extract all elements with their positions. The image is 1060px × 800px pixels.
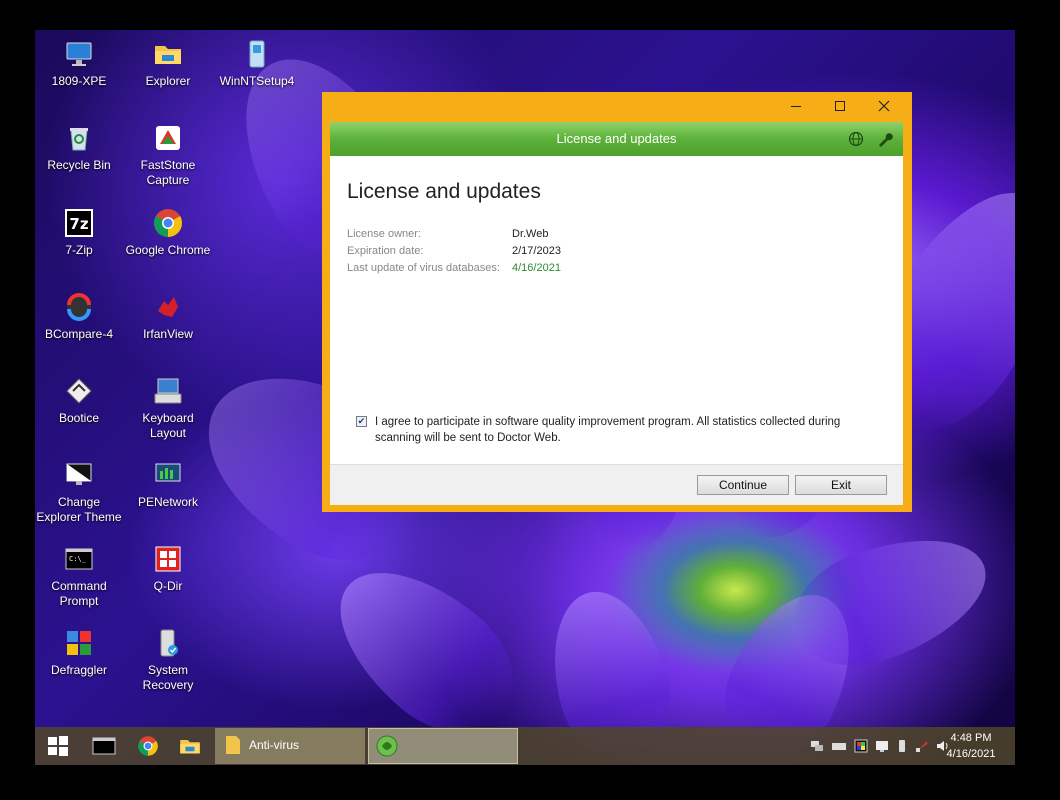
minimize-icon: [791, 106, 801, 107]
maximize-button[interactable]: [818, 92, 862, 120]
desktop-icon-1809-xpe[interactable]: 1809-XPE: [35, 38, 123, 89]
close-icon: [878, 100, 890, 112]
desktop-icon-recycle-bin[interactable]: Recycle Bin: [35, 122, 123, 173]
desktop-icon-label: Google Chrome: [125, 243, 211, 257]
monitor-icon: [66, 42, 92, 66]
folder-icon: [226, 736, 240, 754]
continue-button[interactable]: Continue: [697, 475, 789, 495]
desktop-icon-faststone-capture[interactable]: FastStone Capture: [124, 122, 212, 188]
keyboard-tray-icon[interactable]: [832, 739, 846, 753]
taskbar-app-label: Anti-virus: [249, 738, 300, 752]
setup-icon: [249, 40, 265, 68]
desktop-icon-irfanview[interactable]: IrfanView: [124, 291, 212, 342]
taskbar: Anti-virus 4:48 PM 4/16/2021: [35, 727, 1015, 765]
last-update-label: Last update of virus databases:: [347, 262, 500, 274]
app-body: License and updates License owner: Dr.We…: [330, 156, 903, 505]
globe-icon[interactable]: [848, 131, 864, 147]
license-window: License and updates License and updates …: [322, 92, 912, 512]
desktop-icon-q-dir[interactable]: Q-Dir: [124, 543, 212, 594]
drweb-icon: [376, 735, 398, 757]
network-icon: [155, 463, 181, 482]
desktop-icon-google-chrome[interactable]: Google Chrome: [124, 207, 212, 258]
cmd-icon[interactable]: [92, 734, 116, 758]
taskbar-clock[interactable]: 4:48 PM 4/16/2021: [941, 730, 1001, 762]
monitor-tray-icon[interactable]: [875, 739, 889, 753]
svg-text:C:\_: C:\_: [69, 555, 87, 563]
desktop-icon-explorer[interactable]: Explorer: [124, 38, 212, 89]
qdir-icon: [155, 546, 181, 572]
keyboard-icon: [154, 378, 182, 404]
7zip-icon: 7z: [65, 209, 93, 237]
desktop-icon-change-explorer-theme[interactable]: Change Explorer Theme: [35, 459, 123, 525]
desktop-icon-label: Change Explorer Theme: [36, 495, 122, 524]
desktop-icon-label: Bootice: [58, 411, 100, 425]
desktop-icon-label: PENetwork: [137, 495, 199, 509]
theme-icon: [66, 463, 92, 485]
desktop-icon-bcompare-4[interactable]: BCompare-4: [35, 291, 123, 342]
agree-checkbox[interactable]: ✔: [356, 416, 367, 427]
folder-icon[interactable]: [178, 734, 202, 758]
cmd-icon: C:\_: [65, 548, 93, 570]
chrome-icon: [154, 209, 182, 237]
desktop-icon-label: BCompare-4: [44, 327, 114, 341]
desktop-icon-bootice[interactable]: Bootice: [35, 375, 123, 426]
desktop-icon-label: 1809-XPE: [51, 74, 107, 88]
maximize-icon: [835, 101, 845, 111]
usb-tray-icon[interactable]: [895, 739, 909, 753]
desktop-icon-penetwork[interactable]: PENetwork: [124, 459, 212, 510]
desktop-icon-system-recovery[interactable]: System Recovery: [124, 627, 212, 693]
desktop-icon-label: IrfanView: [143, 327, 193, 341]
faststone-icon: [156, 126, 180, 150]
svg-text:7z: 7z: [69, 215, 88, 233]
color-tray-icon[interactable]: [854, 739, 868, 753]
expiration-date-value: 2/17/2023: [512, 245, 561, 257]
clock-date: 4/16/2021: [946, 748, 996, 760]
desktop-icon-label: Explorer: [145, 74, 191, 88]
desktop-icon-keyboard-layout[interactable]: Keyboard Layout: [124, 375, 212, 441]
desktop-icon-command-prompt[interactable]: C:\_ Command Prompt: [35, 543, 123, 609]
chrome-icon[interactable]: [136, 734, 160, 758]
desktop-icon-label: System Recovery: [142, 663, 194, 692]
expiration-date-label: Expiration date:: [347, 245, 424, 257]
app-header: License and updates: [330, 122, 903, 156]
desktop-icon-label: Command Prompt: [51, 579, 107, 608]
clock-time: 4:48 PM: [950, 732, 992, 744]
dialog-footer: Continue Exit: [330, 464, 903, 505]
defraggler-icon: [67, 631, 91, 655]
network-tray-icon[interactable]: [810, 739, 824, 753]
windows-start-icon[interactable]: [46, 734, 70, 758]
bcompare-icon: [67, 293, 91, 321]
recycle-bin-icon: [70, 128, 88, 151]
recovery-icon: [160, 629, 178, 657]
desktop-icon-label: Q-Dir: [153, 579, 183, 593]
taskbar-app-drweb[interactable]: [368, 728, 518, 764]
desktop-icon-label: FastStone Capture: [140, 158, 196, 187]
last-update-value[interactable]: 4/16/2021: [512, 262, 561, 274]
desktop-icon-label: Defraggler: [50, 663, 108, 677]
minimize-button[interactable]: [774, 92, 818, 120]
desktop-icon-defraggler[interactable]: Defraggler: [35, 627, 123, 678]
exit-button[interactable]: Exit: [795, 475, 887, 495]
wrench-icon[interactable]: [877, 131, 893, 147]
desktop-icon-winntsetup4[interactable]: WinNTSetup4: [213, 38, 301, 89]
irfanview-icon: [158, 297, 178, 317]
tool-tray-icon[interactable]: [915, 739, 929, 753]
close-button[interactable]: [862, 92, 906, 120]
window-title: License and updates: [556, 131, 677, 146]
license-owner-value: Dr.Web: [512, 228, 549, 240]
agree-text: I agree to participate in software quali…: [375, 416, 841, 444]
desktop-icon-label: 7-Zip: [65, 243, 93, 257]
folder-icon: [155, 46, 181, 64]
desktop-icon-label: WinNTSetup4: [219, 74, 295, 88]
license-owner-label: License owner:: [347, 228, 421, 240]
desktop-icon-7-zip[interactable]: 7z 7-Zip: [35, 207, 123, 258]
taskbar-app-anti-virus[interactable]: Anti-virus: [215, 728, 365, 764]
page-heading: License and updates: [347, 180, 541, 203]
desktop-icon-label: Recycle Bin: [47, 158, 111, 172]
desktop-icon-label: Keyboard Layout: [142, 411, 194, 440]
bootice-icon: [66, 378, 92, 404]
